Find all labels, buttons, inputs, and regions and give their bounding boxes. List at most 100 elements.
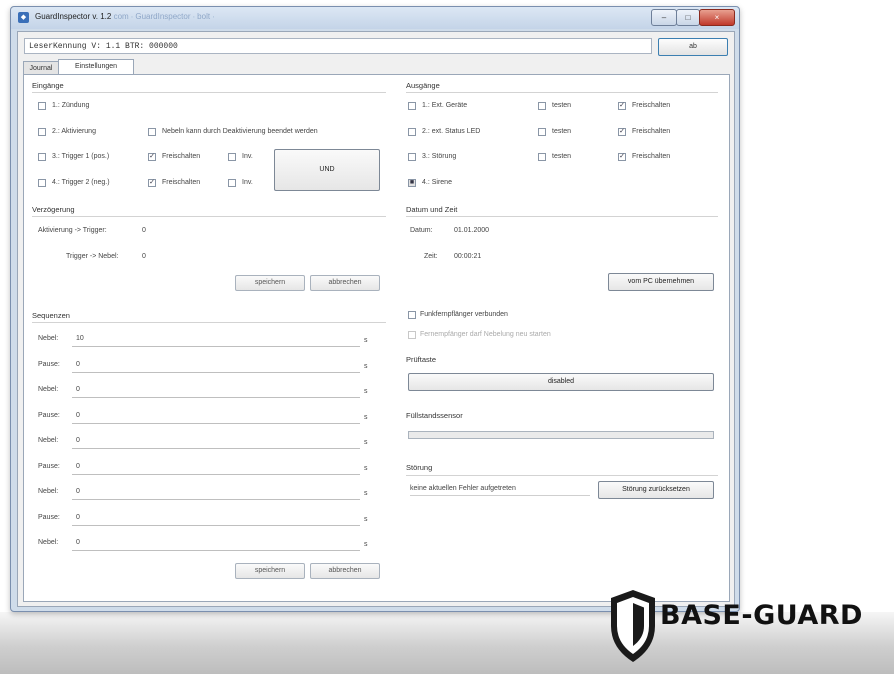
time-value: 00:00:21 [454,253,482,260]
output-1-testen-checkbox[interactable] [538,102,546,110]
fuellstand-title: Füllstandssensor [406,411,463,420]
pruftaste-button[interactable]: disabled [408,373,714,391]
sequence-label: Pause: [38,462,60,470]
input-2-checkbox[interactable] [38,128,46,136]
sequence-label: Nebel: [38,539,59,546]
divider [406,216,718,217]
funk-restart-checkbox[interactable] [408,331,416,339]
input-3-freischalten-label: Freischalten [162,153,201,160]
sequence-value-input[interactable]: 0 [76,514,80,521]
delay-2-value[interactable]: 0 [142,253,146,260]
input-3-freischalten-checkbox[interactable]: ✓ [148,153,156,161]
input-4-inv-label: Inv. [242,179,253,186]
time-label: Zeit: [424,253,438,260]
sequence-label: Pause: [38,360,60,368]
app-window: ◆ GuardInspector v. 1.2 com ∙ GuardInspe… [10,6,740,612]
tab-journal[interactable]: Journal [23,61,59,75]
input-4-freischalten-checkbox[interactable]: ✓ [148,179,156,187]
output-1-freischalten-label: Freischalten [632,102,671,109]
sequence-field-underline [72,473,360,475]
input-3-inv-checkbox[interactable] [228,153,236,161]
sequence-field-underline [72,550,360,551]
output-1-testen-label: testen [552,102,572,109]
output-2-checkbox[interactable] [408,128,416,136]
output-3-freischalten-checkbox[interactable]: ✓ [618,153,626,161]
funk-checkbox[interactable] [408,311,416,319]
close-button[interactable]: × [699,9,735,26]
delay-save-button[interactable]: speichern [235,275,305,291]
output-3-checkbox[interactable] [408,153,416,161]
funk-label: Funkfernpflänger verbunden [420,311,508,318]
sequence-value-input[interactable]: 0 [76,412,80,419]
app-icon: ◆ [18,12,29,23]
divider [406,475,718,476]
output-1-checkbox[interactable] [408,102,416,110]
sequence-unit: s [364,515,368,523]
input-4-checkbox[interactable] [38,179,46,187]
sequence-unit: s [364,490,368,497]
eingaenge-title: Eingänge [32,81,64,90]
sequence-unit: s [364,439,368,446]
input-4-inv-checkbox[interactable] [228,179,236,187]
input-3-checkbox[interactable] [38,153,46,161]
output-3-freischalten-label: Freischalten [632,153,671,160]
sequence-value-input[interactable]: 0 [76,463,80,470]
sequence-field-underline [72,524,360,526]
output-4-checkbox[interactable]: ■ [408,179,416,187]
sequence-field-underline [72,422,360,424]
sequence-label: Pause: [38,513,60,521]
error-status-text: keine aktuellen Fehler aufgetreten [410,485,590,496]
input-1-checkbox[interactable] [38,102,46,110]
input-1-label: 1.: Zündung [52,102,90,109]
nebel-deactivate-checkbox[interactable] [148,128,156,136]
sequence-value-input[interactable]: 0 [76,361,80,368]
sequence-cancel-button[interactable]: abbrechen [310,563,380,579]
sequence-field-underline [72,499,360,500]
read-button[interactable]: ab [658,38,728,56]
output-2-freischalten-checkbox[interactable]: ✓ [618,128,626,136]
sequence-unit: s [364,464,368,472]
minimize-button[interactable]: – [651,9,677,26]
sequence-value-input[interactable]: 0 [76,386,80,393]
level-progress-bar [408,431,714,439]
sequence-value-input[interactable]: 0 [76,437,80,444]
tab-einstellungen[interactable]: Einstellungen [58,59,134,75]
divider [32,216,386,217]
output-2-testen-label: testen [552,128,572,135]
sync-time-button[interactable]: vom PC übernehmen [608,273,714,291]
output-2-testen-checkbox[interactable] [538,128,546,136]
reset-error-button[interactable]: Störung zurücksetzen [598,481,714,499]
sequence-unit: s [364,337,368,344]
delay-cancel-button[interactable]: abbrechen [310,275,380,291]
output-3-testen-label: testen [552,153,572,160]
input-4-label: 4.: Trigger 2 (neg.) [52,179,110,186]
output-3-testen-checkbox[interactable] [538,153,546,161]
output-3-label: 3.: Störung [422,153,457,160]
sequence-label: Nebel: [38,488,59,495]
sequence-value-input[interactable]: 10 [76,335,84,342]
brand-wordmark: BASE-GUARD [660,600,863,631]
brand-logo: BASE-GUARD [608,588,894,668]
maximize-button[interactable]: □ [676,9,700,26]
sequenzen-title: Sequenzen [32,311,70,320]
delay-1-value[interactable]: 0 [142,227,146,234]
output-4-label: 4.: Sirene [422,179,452,186]
title-bar: ◆ GuardInspector v. 1.2 com ∙ GuardInspe… [11,7,739,29]
input-4-freischalten-label: Freischalten [162,179,201,186]
und-button[interactable]: UND [274,149,380,191]
nebel-deactivate-label: Nebeln kann durch Deaktivierung beendet … [162,128,318,135]
sequence-save-button[interactable]: speichern [235,563,305,579]
sequence-unit: s [364,388,368,395]
sequence-value-input[interactable]: 0 [76,488,80,495]
funk-restart-label: Fernempfänger darf Nebelung neu starten [420,331,551,338]
sequence-field-underline [72,371,360,373]
output-1-label: 1.: Ext. Geräte [422,102,468,109]
sequence-unit: s [364,362,368,370]
shield-icon [611,590,655,662]
device-id-field[interactable]: LeserKennung V: 1.1 BTR: 000000 [24,38,652,54]
sequence-field-underline [72,397,360,398]
input-3-inv-label: Inv. [242,153,253,160]
sequence-value-input[interactable]: 0 [76,539,80,546]
output-1-freischalten-checkbox[interactable]: ✓ [618,102,626,110]
sequence-label: Pause: [38,411,60,419]
